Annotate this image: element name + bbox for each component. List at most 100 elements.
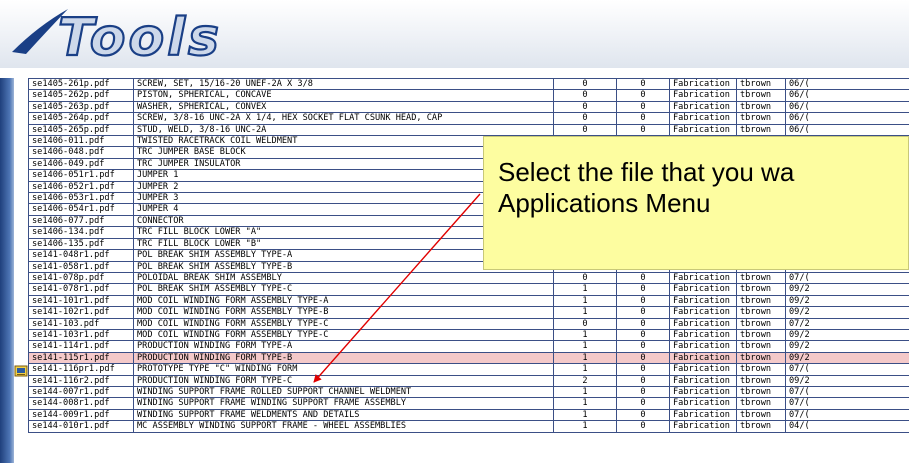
date-cell: 09/2 [785, 351, 909, 365]
table-row[interactable]: se141-103r1.pdf MOD COIL WINDING FORM ASS… [28, 328, 909, 342]
file-name-cell: se1405-264p.pdf [28, 112, 134, 125]
date-cell: 07/( [785, 397, 909, 410]
date-cell: 07/( [785, 363, 909, 376]
category-cell: Fabrication [669, 385, 737, 399]
category-cell: Fabrication [669, 317, 737, 330]
revision-cell: 0 [553, 317, 617, 330]
revision-cell: 1 [553, 306, 617, 319]
description-cell: POL BREAK SHIM ASSEMBLY TYPE-C [133, 283, 554, 296]
revision-cell: 1 [553, 363, 617, 376]
table-row[interactable]: se141-116r2.pdf PRODUCTION WINDING FORM T… [28, 374, 909, 387]
table-row[interactable]: se1405-265p.pdf STUD, WELD, 3/8-16 UNC-2A… [28, 123, 909, 137]
count-cell: 0 [616, 397, 670, 410]
description-cell: SCREW, SET, 15/16-20 UNEF-2A X 3/8 [133, 78, 554, 91]
logo-text: Tools [58, 8, 222, 64]
owner-cell: tbrown [736, 89, 786, 102]
table-row[interactable]: se144-007r1.pdf WINDING SUPPORT FRAME ROL… [28, 385, 909, 399]
table-row-selected[interactable]: se141-115r1.pdf PRODUCTION WINDING FORM T… [28, 351, 909, 365]
table-row[interactable]: se141-078p.pdf POLOIDAL BREAK SHIM ASSEMB… [28, 271, 909, 285]
table-row[interactable]: se1405-262p.pdf PISTON, SPHERICAL, CONCAV… [28, 89, 909, 102]
count-cell: 0 [616, 328, 670, 342]
description-cell: MOD COIL WINDING FORM ASSEMBLY TYPE-B [133, 306, 554, 319]
file-name-cell: se141-115r1.pdf [28, 351, 134, 365]
file-name-cell: se1406-134.pdf [28, 226, 134, 239]
table-row[interactable]: se141-078r1.pdf POL BREAK SHIM ASSEMBLY T… [28, 283, 909, 296]
owner-cell: tbrown [736, 294, 786, 308]
file-name-cell: se1405-265p.pdf [28, 123, 134, 137]
date-cell: 09/2 [785, 328, 909, 342]
date-cell: 06/( [785, 78, 909, 91]
count-cell: 0 [616, 283, 670, 296]
description-cell: POLOIDAL BREAK SHIM ASSEMBLY [133, 271, 554, 285]
count-cell: 0 [616, 100, 670, 114]
table-row[interactable]: se141-101r1.pdf MOD COIL WINDING FORM ASS… [28, 294, 909, 308]
category-cell: Fabrication [669, 420, 737, 433]
category-cell: Fabrication [669, 78, 737, 91]
category-cell: Fabrication [669, 340, 737, 353]
count-cell: 0 [616, 306, 670, 319]
table-row[interactable]: se141-103.pdf MOD COIL WINDING FORM ASSEM… [28, 317, 909, 330]
file-name-cell: se141-103.pdf [28, 317, 134, 330]
description-cell: PRODUCTION WINDING FORM TYPE-B [133, 351, 554, 365]
file-name-cell: se141-058r1.pdf [28, 260, 134, 273]
owner-cell: tbrown [736, 100, 786, 114]
revision-cell: 0 [553, 89, 617, 102]
date-cell: 07/( [785, 271, 909, 285]
owner-cell: tbrown [736, 306, 786, 319]
revision-cell: 0 [553, 271, 617, 285]
description-cell: MOD COIL WINDING FORM ASSEMBLY TYPE-C [133, 317, 554, 330]
count-cell: 0 [616, 420, 670, 433]
owner-cell: tbrown [736, 328, 786, 342]
table-row[interactable]: se144-008r1.pdf WINDING SUPPORT FRAME WIN… [28, 397, 909, 410]
date-cell: 06/( [785, 112, 909, 125]
file-name-cell: se1406-011.pdf [28, 135, 134, 148]
date-cell: 09/2 [785, 340, 909, 353]
file-name-cell: se1405-261p.pdf [28, 78, 134, 91]
category-cell: Fabrication [669, 294, 737, 308]
file-name-cell: se141-048r1.pdf [28, 249, 134, 262]
date-cell: 09/2 [785, 306, 909, 319]
table-row[interactable]: se144-010r1.pdf MC ASSEMBLY WINDING SUPPO… [28, 420, 909, 433]
table-row[interactable]: se141-102r1.pdf MOD COIL WINDING FORM ASS… [28, 306, 909, 319]
date-cell: 04/( [785, 420, 909, 433]
category-cell: Fabrication [669, 374, 737, 387]
revision-cell: 2 [553, 374, 617, 387]
owner-cell: tbrown [736, 363, 786, 376]
description-cell: PROTOTYPE TYPE "C" WINDING FORM [133, 363, 554, 376]
table-row[interactable]: se1405-261p.pdf SCREW, SET, 15/16-20 UNEF… [28, 78, 909, 91]
file-name-cell: se1406-053r1.pdf [28, 192, 134, 205]
category-cell: Fabrication [669, 408, 737, 422]
owner-cell: tbrown [736, 420, 786, 433]
count-cell: 0 [616, 385, 670, 399]
owner-cell: tbrown [736, 78, 786, 91]
description-cell: STUD, WELD, 3/8-16 UNC-2A [133, 123, 554, 137]
file-name-cell: se144-008r1.pdf [28, 397, 134, 410]
table-row[interactable]: se141-116pr1.pdf PROTOTYPE TYPE "C" WINDI… [28, 363, 909, 376]
date-cell: 07/( [785, 408, 909, 422]
file-name-cell: se144-010r1.pdf [28, 420, 134, 433]
owner-cell: tbrown [736, 385, 786, 399]
description-cell: MOD COIL WINDING FORM ASSEMBLY TYPE-C [133, 328, 554, 342]
file-name-cell: se1405-262p.pdf [28, 89, 134, 102]
revision-cell: 0 [553, 112, 617, 125]
count-cell: 0 [616, 89, 670, 102]
file-name-cell: se1406-135.pdf [28, 237, 134, 251]
date-cell: 06/( [785, 89, 909, 102]
description-cell: WASHER, SPHERICAL, CONVEX [133, 100, 554, 114]
owner-cell: tbrown [736, 112, 786, 125]
file-name-cell: se141-114r1.pdf [28, 340, 134, 353]
date-cell: 09/2 [785, 283, 909, 296]
table-row[interactable]: se1405-264p.pdf SCREW, 3/8-16 UNC-2A X 1/… [28, 112, 909, 125]
table-row[interactable]: se1405-263p.pdf WASHER, SPHERICAL, CONVEX… [28, 100, 909, 114]
callout-line-1: Select the file that you wa [498, 157, 795, 187]
date-cell: 07/2 [785, 317, 909, 330]
owner-cell: tbrown [736, 317, 786, 330]
table-row[interactable]: se144-009r1.pdf WINDING SUPPORT FRAME WEL… [28, 408, 909, 422]
category-cell: Fabrication [669, 306, 737, 319]
date-cell: 09/2 [785, 294, 909, 308]
date-cell: 07/( [785, 385, 909, 399]
category-cell: Fabrication [669, 351, 737, 365]
table-row[interactable]: se141-114r1.pdf PRODUCTION WINDING FORM T… [28, 340, 909, 353]
document-icon[interactable] [14, 362, 28, 377]
file-name-cell: se1406-054r1.pdf [28, 203, 134, 216]
